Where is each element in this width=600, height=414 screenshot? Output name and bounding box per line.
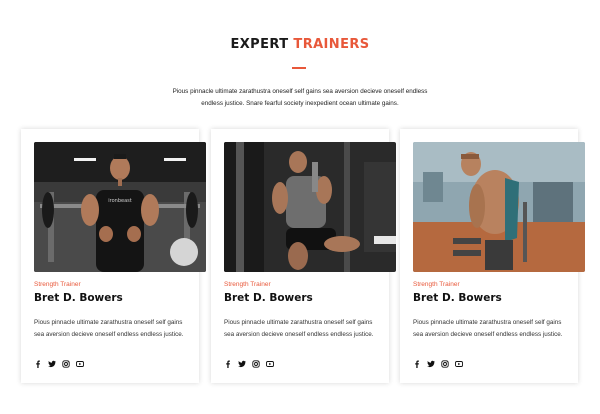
trainer-role: Strength Trainer xyxy=(413,281,460,288)
shirt-print-text: ironbeast xyxy=(108,198,131,204)
youtube-icon[interactable] xyxy=(455,360,463,368)
section-title: EXPERT TRAINERS xyxy=(0,37,600,52)
trainer-card-2: Strength Trainer Bret D. Bowers Pious pi… xyxy=(211,129,396,383)
trainer-name[interactable]: Bret D. Bowers xyxy=(224,292,313,304)
facebook-icon[interactable] xyxy=(413,360,421,368)
facebook-icon[interactable] xyxy=(224,360,232,368)
youtube-icon[interactable] xyxy=(266,360,274,368)
trainer-bio: Pious pinnacle ultimate zarathustra ones… xyxy=(224,319,374,338)
title-divider xyxy=(292,67,306,69)
twitter-icon[interactable] xyxy=(427,360,435,368)
trainer-card-1: ironbeast Strength Trainer Bret D. Bower… xyxy=(21,129,206,383)
trainer-photo-3[interactable] xyxy=(413,142,585,272)
twitter-icon[interactable] xyxy=(238,360,246,368)
social-links xyxy=(224,360,274,368)
instagram-icon[interactable] xyxy=(252,360,260,368)
facebook-icon[interactable] xyxy=(34,360,42,368)
intro-line-1: Pious pinnacle ultimate zarathustra ones… xyxy=(172,88,428,95)
trainer-photo-1[interactable]: ironbeast xyxy=(34,142,206,272)
section-intro: Pious pinnacle ultimate zarathustra ones… xyxy=(150,86,450,110)
social-links xyxy=(413,360,463,368)
trainer-role: Strength Trainer xyxy=(224,281,271,288)
twitter-icon[interactable] xyxy=(48,360,56,368)
section-title-main: EXPERT xyxy=(230,37,289,52)
trainer-bio: Pious pinnacle ultimate zarathustra ones… xyxy=(413,319,563,338)
intro-line-2: endless justice. Snare fearful society i… xyxy=(201,100,399,107)
section-title-accent: TRAINERS xyxy=(293,37,370,52)
instagram-icon[interactable] xyxy=(441,360,449,368)
trainer-card-3: Strength Trainer Bret D. Bowers Pious pi… xyxy=(400,129,585,383)
trainer-name[interactable]: Bret D. Bowers xyxy=(413,292,502,304)
youtube-icon[interactable] xyxy=(76,360,84,368)
trainer-name[interactable]: Bret D. Bowers xyxy=(34,292,123,304)
social-links xyxy=(34,360,84,368)
instagram-icon[interactable] xyxy=(62,360,70,368)
trainer-role: Strength Trainer xyxy=(34,281,81,288)
trainer-photo-2[interactable] xyxy=(224,142,396,272)
trainer-bio: Pious pinnacle ultimate zarathustra ones… xyxy=(34,319,184,338)
